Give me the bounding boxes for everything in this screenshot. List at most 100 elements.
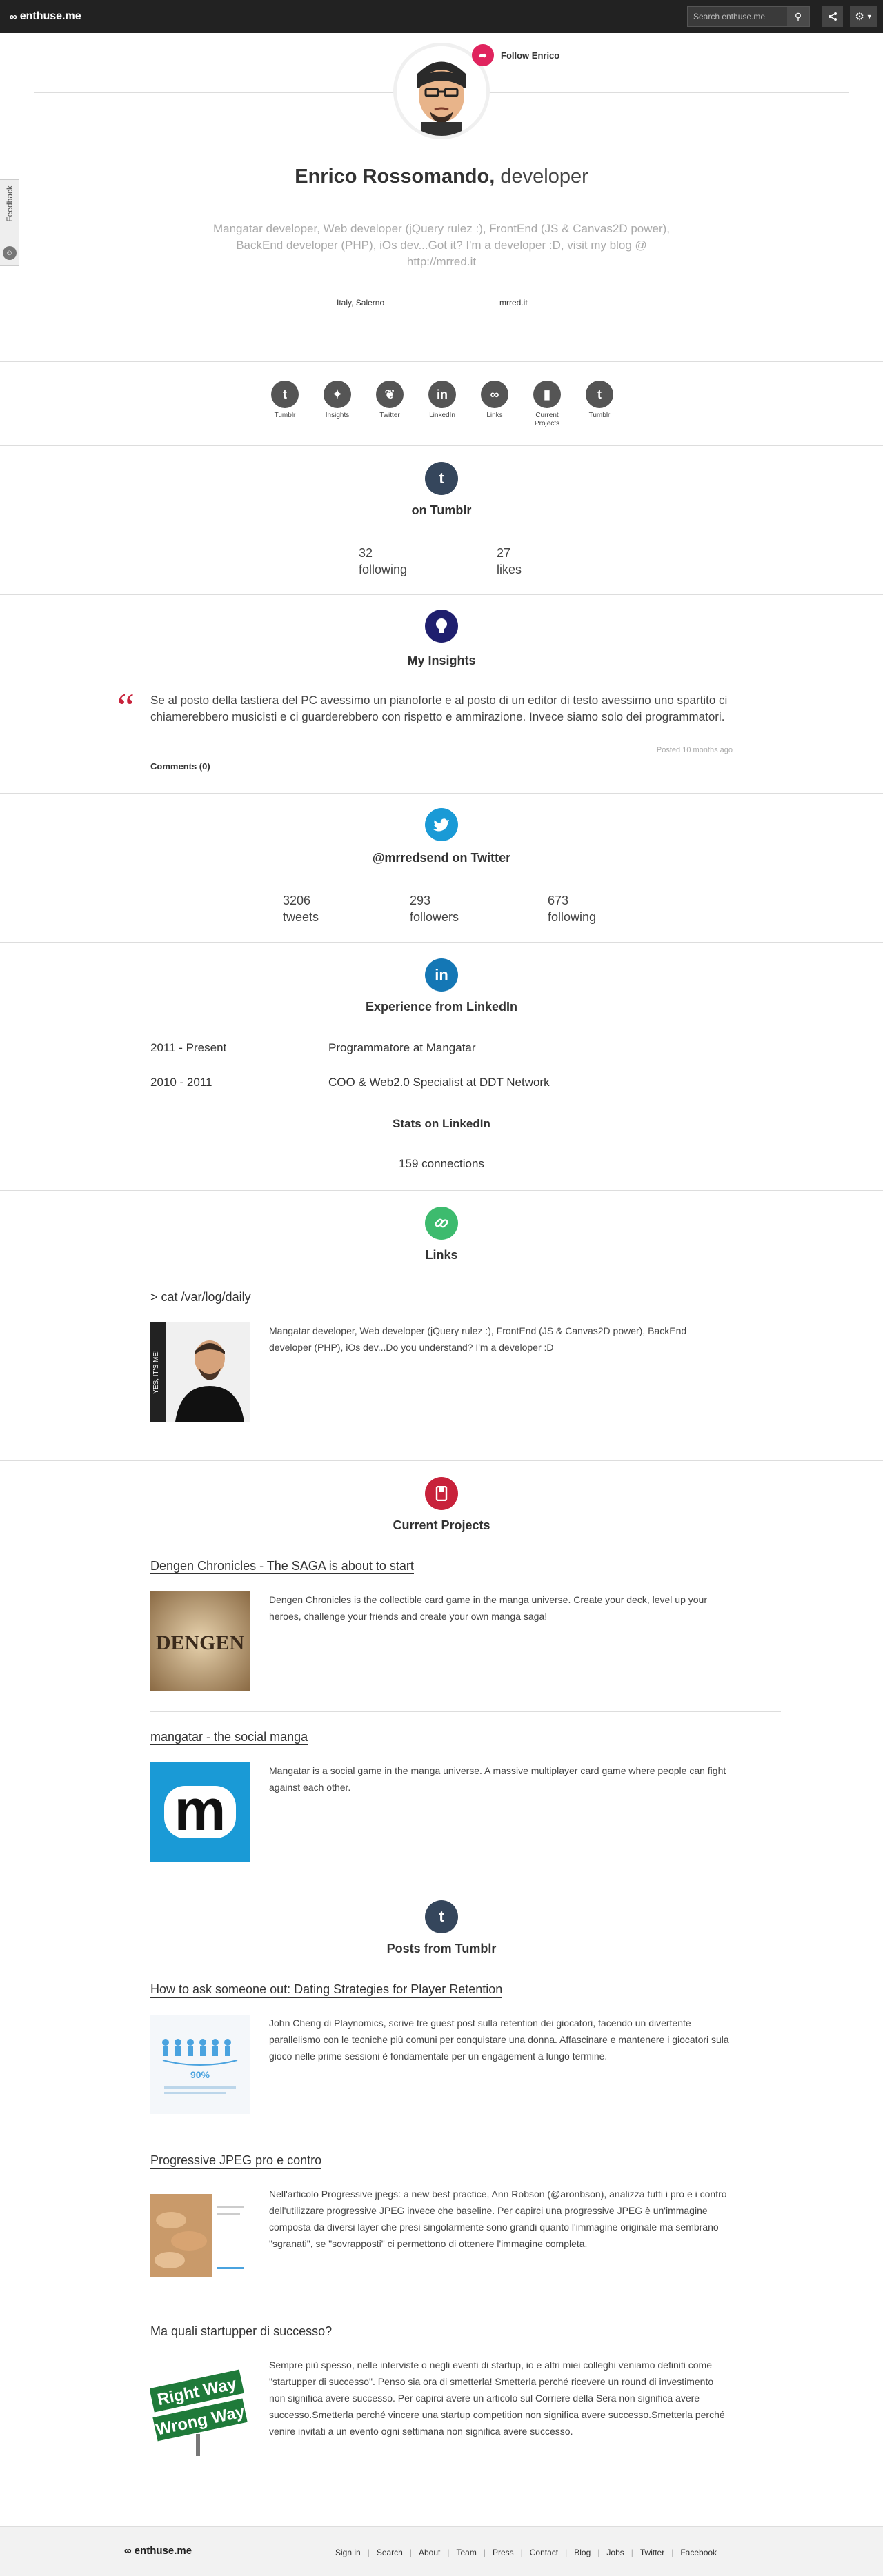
follow-button[interactable]: ➦ Follow Enrico bbox=[472, 44, 559, 66]
search-icon[interactable]: ⚲ bbox=[787, 7, 809, 26]
footer: ∞ enthuse.me Sign in | Search | About | Team | Pr… bbox=[0, 2526, 883, 2576]
linkedin-connections: 159 connections bbox=[399, 1157, 484, 1170]
footer-link-sign-in[interactable]: Sign in bbox=[335, 2548, 361, 2557]
link-chain-icon bbox=[425, 1207, 458, 1240]
tumblr-icon: t bbox=[425, 462, 458, 495]
profile-name: Enrico Rossomando, developer bbox=[0, 165, 883, 188]
service-label: Current Projects bbox=[534, 412, 560, 427]
insights-section-title: My Insights bbox=[407, 654, 476, 667]
footer-separator: | bbox=[409, 2548, 412, 2557]
link-item-title[interactable]: > cat /var/log/daily bbox=[150, 1289, 251, 1305]
chat-icon: ☺ bbox=[2, 246, 17, 260]
project-thumbnail[interactable]: m bbox=[150, 1762, 250, 1862]
footer-link-twitter[interactable]: Twitter bbox=[640, 2548, 664, 2557]
profile-fullname: Enrico Rossomando, bbox=[295, 165, 495, 188]
profile-website[interactable]: mrred.it bbox=[499, 298, 528, 308]
link-photo-caption: YES, IT'S ME! bbox=[152, 1350, 160, 1394]
footer-link-contact[interactable]: Contact bbox=[530, 2548, 558, 2557]
footer-link-about[interactable]: About bbox=[419, 2548, 440, 2557]
post-title[interactable]: Progressive JPEG pro e contro bbox=[150, 2153, 322, 2169]
footer-link-search[interactable]: Search bbox=[377, 2548, 403, 2557]
service-link-tumblr[interactable]: t Tumblr bbox=[582, 381, 617, 420]
projects-section-title: Current Projects bbox=[393, 1518, 490, 1532]
gear-icon: ⚙ bbox=[855, 11, 864, 23]
experience-role: Programmatore at Mangatar bbox=[328, 1041, 476, 1054]
notebook-icon bbox=[425, 1477, 458, 1510]
footer-link-press[interactable]: Press bbox=[493, 2548, 514, 2557]
service-link-linkedin[interactable]: in LinkedIn bbox=[425, 381, 459, 420]
profile-location: Italy, Salerno bbox=[337, 298, 385, 308]
tumblr-icon: t bbox=[271, 381, 299, 408]
linkedin-icon: in bbox=[428, 381, 456, 408]
footer-separator: | bbox=[597, 2548, 600, 2557]
footer-separator: | bbox=[520, 2548, 523, 2557]
enthuse-logo-icon: ∞ bbox=[124, 2545, 132, 2557]
twitter-tweets-label: tweets bbox=[283, 910, 319, 924]
service-label: Twitter bbox=[379, 412, 400, 419]
post-title[interactable]: Ma quali startupper di successo? bbox=[150, 2324, 333, 2339]
post-description: John Cheng di Playnomics, scrive tre gue… bbox=[269, 2017, 729, 2062]
search-input[interactable]: Search enthuse.me bbox=[688, 12, 787, 21]
feedback-tab[interactable]: Feedback ☺ bbox=[0, 179, 19, 266]
enthuse-logo[interactable]: ∞ enthuse.me bbox=[10, 10, 81, 23]
footer-link-blog[interactable]: Blog bbox=[574, 2548, 591, 2557]
post-thumbnail[interactable] bbox=[150, 2186, 250, 2285]
divider bbox=[0, 1190, 883, 1191]
project-thumbnail[interactable]: DENGEN bbox=[150, 1591, 250, 1691]
post-thumbnail[interactable]: Right Way Wrong Way bbox=[150, 2357, 250, 2456]
twitter-following-value: 673 bbox=[548, 894, 569, 907]
post-thumb-text: 90% bbox=[190, 2069, 210, 2080]
quote-mark-icon: “ bbox=[117, 686, 135, 729]
tumblr-likes-value: 27 bbox=[497, 546, 511, 560]
footer-link-facebook[interactable]: Facebook bbox=[680, 2548, 717, 2557]
footer-separator: | bbox=[483, 2548, 486, 2557]
link-item-thumbnail[interactable]: YES, IT'S ME! bbox=[150, 1322, 250, 1422]
service-link-links[interactable]: ∞ Links bbox=[477, 381, 512, 420]
twitter-followers-label: followers bbox=[410, 910, 459, 924]
footer-separator: | bbox=[565, 2548, 568, 2557]
linkedin-stats-title: Stats on LinkedIn bbox=[393, 1117, 490, 1130]
tumblr-following-label: following bbox=[359, 563, 408, 576]
footer-logo-text: enthuse.me bbox=[134, 2545, 192, 2557]
footer-separator: | bbox=[631, 2548, 633, 2557]
footer-link-jobs[interactable]: Jobs bbox=[606, 2548, 624, 2557]
footer-separator: | bbox=[367, 2548, 370, 2557]
twitter-followers-stat: 293 followers bbox=[410, 892, 459, 925]
divider bbox=[0, 1460, 883, 1461]
twitter-following-stat: 673 following bbox=[548, 892, 596, 925]
footer-logo[interactable]: ∞ enthuse.me bbox=[124, 2545, 192, 2557]
service-link-current-projects[interactable]: ▮ Current Projects bbox=[530, 381, 564, 428]
project-title[interactable]: mangatar - the social manga bbox=[150, 1729, 308, 1745]
service-label: LinkedIn bbox=[429, 412, 455, 419]
insight-posted-time: Posted 10 months ago bbox=[656, 746, 733, 754]
post-title[interactable]: How to ask someone out: Dating Strategie… bbox=[150, 1982, 503, 1998]
linkedin-section-title: Experience from LinkedIn bbox=[365, 1000, 518, 1014]
insight-comments-link[interactable]: Comments (0) bbox=[150, 761, 210, 772]
posts-section-title: Posts from Tumblr bbox=[386, 1942, 497, 1955]
divider bbox=[0, 594, 883, 595]
twitter-tweets-value: 3206 bbox=[283, 894, 311, 907]
linkedin-icon: in bbox=[425, 958, 458, 992]
share-icon[interactable] bbox=[822, 6, 843, 27]
project-title[interactable]: Dengen Chronicles - The SAGA is about to… bbox=[150, 1558, 414, 1574]
feedback-label: Feedback bbox=[4, 185, 14, 222]
service-label: Tumblr bbox=[274, 412, 296, 419]
service-link-tumblr[interactable]: t Tumblr bbox=[268, 381, 302, 420]
post-thumbnail[interactable]: 90% bbox=[150, 2015, 250, 2114]
footer-link-team[interactable]: Team bbox=[456, 2548, 476, 2557]
lightbulb-icon bbox=[425, 610, 458, 643]
project-description: Dengen Chronicles is the collectible car… bbox=[269, 1594, 708, 1622]
service-link-insights[interactable]: ✦ Insights bbox=[320, 381, 355, 420]
tumblr-likes-label: likes bbox=[497, 563, 522, 576]
project-thumb-text: DENGEN bbox=[156, 1631, 245, 1654]
search-box[interactable]: Search enthuse.me ⚲ bbox=[687, 6, 810, 27]
tumblr-following-stat: 32 following bbox=[359, 545, 407, 578]
settings-menu[interactable]: ⚙ ▼ bbox=[850, 6, 877, 27]
lightbulb-icon: ✦ bbox=[324, 381, 351, 408]
divider bbox=[150, 1711, 781, 1712]
experience-period: 2010 - 2011 bbox=[150, 1076, 212, 1089]
service-link-twitter[interactable]: ❦ Twitter bbox=[373, 381, 407, 420]
post-description: Nell'articolo Progressive jpegs: a new b… bbox=[269, 2188, 727, 2249]
notebook-icon: ▮ bbox=[533, 381, 561, 408]
divider bbox=[0, 445, 883, 446]
